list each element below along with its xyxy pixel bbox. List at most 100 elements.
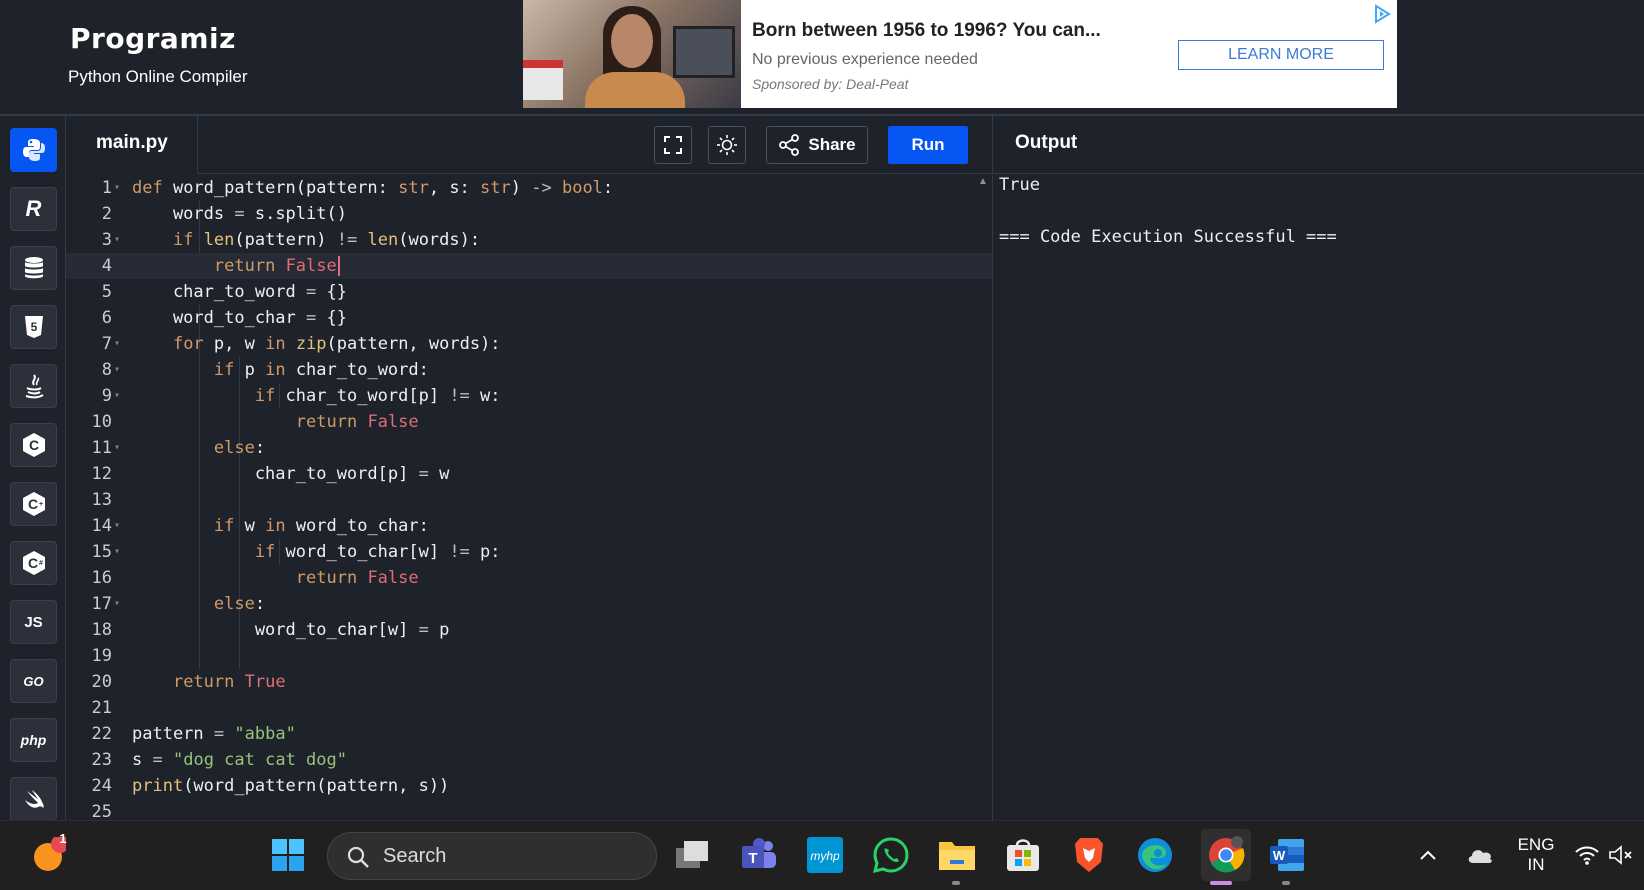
output-console[interactable]: True === Code Execution Successful === (992, 175, 1644, 820)
ad-description: No previous experience needed (752, 51, 978, 68)
lang-python-button[interactable] (10, 128, 57, 172)
fold-toggle-icon[interactable]: ▾ (114, 331, 120, 357)
code-text: char_to_word[p] = w (132, 464, 450, 484)
code-editor[interactable]: 1 ▾ def word_pattern(pattern: str, s: str)… (66, 175, 992, 820)
ad-learn-more-button[interactable]: LEARN MORE (1178, 40, 1384, 70)
code-line[interactable]: 21 (66, 695, 992, 721)
fold-toggle-icon[interactable]: ▾ (114, 539, 120, 565)
code-line[interactable]: 12 char_to_word[p] = w (66, 461, 992, 487)
code-line[interactable]: 18 word_to_char[w] = p (66, 617, 992, 643)
microsoft-store-app[interactable] (1003, 835, 1043, 875)
code-line[interactable]: 19 (66, 643, 992, 669)
code-line[interactable]: 5 char_to_word = {} (66, 279, 992, 305)
code-line[interactable]: 25 (66, 799, 992, 820)
code-line[interactable]: 23 s = "dog cat cat dog" (66, 747, 992, 773)
code-line[interactable]: 15 ▾ if word_to_char[w] != p: (66, 539, 992, 565)
lang-c-button[interactable]: C (10, 423, 57, 467)
line-number: 16 (91, 568, 112, 588)
r-icon: R (25, 196, 42, 221)
brave-browser-app[interactable] (1069, 835, 1109, 875)
code-line[interactable]: 2 words = s.split() (66, 201, 992, 227)
code-text: word_to_char[w] = p (132, 620, 450, 640)
svg-text:T: T (748, 850, 757, 867)
language-indicator[interactable]: ENG IN (1514, 835, 1558, 875)
lang-go-button[interactable]: GO (10, 659, 57, 703)
programiz-logo[interactable]: Programiz (70, 22, 236, 55)
advertisement-banner[interactable]: Born between 1956 to 1996? You can... No… (523, 0, 1397, 108)
lang-php-button[interactable]: php (10, 718, 57, 762)
code-line[interactable]: 8 ▾ if p in char_to_word: (66, 357, 992, 383)
theme-toggle-button[interactable] (708, 126, 746, 164)
task-view-button[interactable] (673, 835, 713, 875)
lang-swift-button[interactable] (10, 777, 57, 821)
weather-widget[interactable]: 1 (28, 831, 68, 875)
fold-toggle-icon[interactable]: ▾ (114, 357, 120, 383)
python-icon (22, 139, 45, 161)
lang-js-button[interactable]: JS (10, 600, 57, 644)
lang-java-button[interactable] (10, 364, 57, 408)
myhp-app[interactable]: myhp (805, 835, 845, 875)
code-line[interactable]: 13 (66, 487, 992, 513)
edge-browser-app[interactable] (1135, 835, 1175, 875)
code-line[interactable]: 22 pattern = "abba" (66, 721, 992, 747)
whatsapp-app[interactable] (871, 835, 911, 875)
wifi-button[interactable] (1572, 835, 1602, 875)
start-button[interactable] (268, 835, 308, 875)
volume-button[interactable] (1604, 835, 1638, 875)
lang-sql-button[interactable] (10, 246, 57, 290)
line-number: 1 (101, 178, 112, 198)
taskbar-search-box[interactable]: Search (327, 832, 657, 880)
code-text: return True (172, 672, 286, 692)
line-number: 13 (91, 490, 112, 510)
fold-toggle-icon[interactable]: ▾ (114, 513, 120, 539)
share-button[interactable]: Share (766, 126, 868, 164)
line-number: 24 (91, 776, 112, 796)
code-line[interactable]: 1 ▾ def word_pattern(pattern: str, s: str)… (66, 175, 992, 201)
code-line[interactable]: 11 ▾ else: (66, 435, 992, 461)
fold-toggle-icon[interactable]: ▾ (114, 591, 120, 617)
code-line[interactable]: 9 ▾ if char_to_word[p] != w: (66, 383, 992, 409)
ad-image[interactable] (523, 0, 741, 108)
lang-r-button[interactable]: R (10, 187, 57, 231)
fullscreen-button[interactable] (654, 126, 692, 164)
code-line[interactable]: 16 return False (66, 565, 992, 591)
lang-html-button[interactable]: 5 (10, 305, 57, 349)
lang-csharp-button[interactable]: C # (10, 541, 57, 585)
run-button[interactable]: Run (888, 126, 968, 164)
lang-cpp-button[interactable]: C + (10, 482, 57, 526)
code-line[interactable]: 14 ▾ if w in word_to_char: (66, 513, 992, 539)
code-line[interactable]: 24 print(word_pattern(pattern, s)) (66, 773, 992, 799)
code-text: print(word_pattern(pattern, s)) (132, 776, 450, 796)
code-line[interactable]: 6 word_to_char = {} (66, 305, 992, 331)
code-line[interactable]: 7 ▾ for p, w in zip(pattern, words): (66, 331, 992, 357)
code-line[interactable]: 3 ▾ if len(pattern) != len(words): (66, 227, 992, 253)
code-line[interactable]: 20 return True (66, 669, 992, 695)
fold-toggle-icon[interactable]: ▾ (114, 175, 120, 201)
editor-toolbar: main.py Share Run (66, 116, 992, 174)
file-tab-main-py[interactable]: main.py (66, 116, 198, 174)
line-number: 21 (91, 698, 112, 718)
teams-app[interactable]: T (739, 835, 779, 875)
code-text: else: (213, 438, 266, 458)
show-hidden-icons-button[interactable] (1410, 835, 1446, 875)
line-number: 5 (101, 282, 112, 302)
fold-toggle-icon[interactable]: ▾ (114, 435, 120, 461)
word-app[interactable]: W (1267, 835, 1307, 875)
file-explorer-app[interactable] (937, 835, 977, 875)
code-line[interactable]: 4 return False (66, 253, 992, 279)
running-indicator (1282, 881, 1290, 885)
fold-toggle-icon[interactable]: ▾ (114, 227, 120, 253)
fold-toggle-icon[interactable]: ▾ (114, 383, 120, 409)
onedrive-button[interactable] (1460, 835, 1500, 875)
wifi-icon (1575, 846, 1599, 865)
code-text: for p, w in zip(pattern, words): (172, 334, 501, 354)
code-line[interactable]: 10 return False (66, 409, 992, 435)
adchoices-icon[interactable] (1372, 4, 1392, 24)
chrome-browser-app[interactable] (1201, 829, 1251, 881)
code-text: def word_pattern(pattern: str, s: str) -… (132, 178, 614, 198)
scroll-up-arrow[interactable]: ▲ (978, 176, 988, 187)
sun-icon (717, 135, 737, 155)
code-line[interactable]: 17 ▾ else: (66, 591, 992, 617)
volume-muted-icon (1609, 845, 1632, 865)
ad-title[interactable]: Born between 1956 to 1996? You can... (752, 20, 1101, 42)
